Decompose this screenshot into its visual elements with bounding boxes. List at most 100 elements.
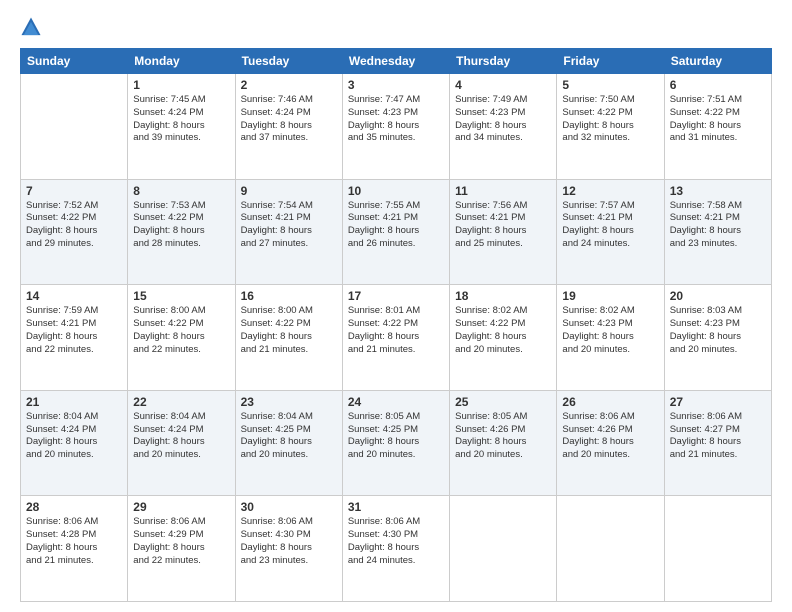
day-number: 1 xyxy=(133,78,229,92)
day-info: Sunrise: 7:59 AM Sunset: 4:21 PM Dayligh… xyxy=(26,305,122,356)
day-number: 5 xyxy=(562,78,658,92)
calendar-cell: 2 Sunrise: 7:46 AM Sunset: 4:24 PM Daylig… xyxy=(235,74,342,180)
day-info: Sunrise: 8:03 AM Sunset: 4:23 PM Dayligh… xyxy=(670,305,766,356)
calendar-week-1: 1 Sunrise: 7:45 AM Sunset: 4:24 PM Daylig… xyxy=(21,74,772,180)
calendar-cell: 24 Sunrise: 8:05 AM Sunset: 4:25 PM Dayli… xyxy=(342,390,449,496)
day-number: 8 xyxy=(133,184,229,198)
calendar-cell: 14 Sunrise: 7:59 AM Sunset: 4:21 PM Dayli… xyxy=(21,285,128,391)
weekday-header-monday: Monday xyxy=(128,49,235,74)
day-number: 10 xyxy=(348,184,444,198)
day-info: Sunrise: 8:06 AM Sunset: 4:26 PM Dayligh… xyxy=(562,411,658,462)
day-number: 7 xyxy=(26,184,122,198)
weekday-header-sunday: Sunday xyxy=(21,49,128,74)
day-info: Sunrise: 7:49 AM Sunset: 4:23 PM Dayligh… xyxy=(455,94,551,145)
calendar-cell: 11 Sunrise: 7:56 AM Sunset: 4:21 PM Dayli… xyxy=(450,179,557,285)
calendar-cell: 7 Sunrise: 7:52 AM Sunset: 4:22 PM Daylig… xyxy=(21,179,128,285)
day-number: 15 xyxy=(133,289,229,303)
day-number: 20 xyxy=(670,289,766,303)
calendar-cell: 29Sunrise: 8:06 AM Sunset: 4:29 PM Dayli… xyxy=(128,496,235,602)
calendar-cell: 19 Sunrise: 8:02 AM Sunset: 4:23 PM Dayli… xyxy=(557,285,664,391)
day-number: 6 xyxy=(670,78,766,92)
day-number: 24 xyxy=(348,395,444,409)
day-number: 23 xyxy=(241,395,337,409)
calendar-cell: 5 Sunrise: 7:50 AM Sunset: 4:22 PM Daylig… xyxy=(557,74,664,180)
day-info: Sunrise: 8:00 AM Sunset: 4:22 PM Dayligh… xyxy=(133,305,229,356)
day-info: Sunrise: 7:52 AM Sunset: 4:22 PM Dayligh… xyxy=(26,200,122,251)
day-info: Sunrise: 8:00 AM Sunset: 4:22 PM Dayligh… xyxy=(241,305,337,356)
day-number: 3 xyxy=(348,78,444,92)
calendar-header: SundayMondayTuesdayWednesdayThursdayFrid… xyxy=(21,49,772,74)
calendar-week-2: 7 Sunrise: 7:52 AM Sunset: 4:22 PM Daylig… xyxy=(21,179,772,285)
calendar-cell: 30Sunrise: 8:06 AM Sunset: 4:30 PM Dayli… xyxy=(235,496,342,602)
calendar-cell: 23 Sunrise: 8:04 AM Sunset: 4:25 PM Dayli… xyxy=(235,390,342,496)
day-number: 16 xyxy=(241,289,337,303)
calendar-week-3: 14 Sunrise: 7:59 AM Sunset: 4:21 PM Dayli… xyxy=(21,285,772,391)
weekday-header-saturday: Saturday xyxy=(664,49,771,74)
calendar-cell: 22 Sunrise: 8:04 AM Sunset: 4:24 PM Dayli… xyxy=(128,390,235,496)
calendar-cell: 10 Sunrise: 7:55 AM Sunset: 4:21 PM Dayli… xyxy=(342,179,449,285)
calendar-cell: 25Sunrise: 8:05 AM Sunset: 4:26 PM Dayli… xyxy=(450,390,557,496)
weekday-header-tuesday: Tuesday xyxy=(235,49,342,74)
day-number: 13 xyxy=(670,184,766,198)
calendar-body: 1 Sunrise: 7:45 AM Sunset: 4:24 PM Daylig… xyxy=(21,74,772,602)
day-info: Sunrise: 7:51 AM Sunset: 4:22 PM Dayligh… xyxy=(670,94,766,145)
day-info: Sunrise: 7:57 AM Sunset: 4:21 PM Dayligh… xyxy=(562,200,658,251)
calendar-cell: 17 Sunrise: 8:01 AM Sunset: 4:22 PM Dayli… xyxy=(342,285,449,391)
day-number: 31 xyxy=(348,500,444,514)
page: SundayMondayTuesdayWednesdayThursdayFrid… xyxy=(0,0,792,612)
calendar-week-4: 21 Sunrise: 8:04 AM Sunset: 4:24 PM Dayli… xyxy=(21,390,772,496)
day-info: Sunrise: 8:04 AM Sunset: 4:24 PM Dayligh… xyxy=(26,411,122,462)
calendar-cell: 28Sunrise: 8:06 AM Sunset: 4:28 PM Dayli… xyxy=(21,496,128,602)
calendar-cell: 3 Sunrise: 7:47 AM Sunset: 4:23 PM Daylig… xyxy=(342,74,449,180)
calendar-cell: 20 Sunrise: 8:03 AM Sunset: 4:23 PM Dayli… xyxy=(664,285,771,391)
logo-icon xyxy=(20,16,42,38)
calendar-cell: 4 Sunrise: 7:49 AM Sunset: 4:23 PM Daylig… xyxy=(450,74,557,180)
day-info: Sunrise: 8:06 AM Sunset: 4:29 PM Dayligh… xyxy=(133,516,229,567)
day-info: Sunrise: 7:45 AM Sunset: 4:24 PM Dayligh… xyxy=(133,94,229,145)
weekday-header-row: SundayMondayTuesdayWednesdayThursdayFrid… xyxy=(21,49,772,74)
day-info: Sunrise: 8:02 AM Sunset: 4:23 PM Dayligh… xyxy=(562,305,658,356)
day-number: 17 xyxy=(348,289,444,303)
day-number: 21 xyxy=(26,395,122,409)
day-info: Sunrise: 7:54 AM Sunset: 4:21 PM Dayligh… xyxy=(241,200,337,251)
day-number: 11 xyxy=(455,184,551,198)
day-info: Sunrise: 7:56 AM Sunset: 4:21 PM Dayligh… xyxy=(455,200,551,251)
day-info: Sunrise: 8:05 AM Sunset: 4:26 PM Dayligh… xyxy=(455,411,551,462)
day-number: 26 xyxy=(562,395,658,409)
day-number: 4 xyxy=(455,78,551,92)
day-info: Sunrise: 7:47 AM Sunset: 4:23 PM Dayligh… xyxy=(348,94,444,145)
day-info: Sunrise: 8:05 AM Sunset: 4:25 PM Dayligh… xyxy=(348,411,444,462)
calendar-cell: 21 Sunrise: 8:04 AM Sunset: 4:24 PM Dayli… xyxy=(21,390,128,496)
day-info: Sunrise: 8:04 AM Sunset: 4:24 PM Dayligh… xyxy=(133,411,229,462)
day-number: 18 xyxy=(455,289,551,303)
day-info: Sunrise: 8:06 AM Sunset: 4:30 PM Dayligh… xyxy=(348,516,444,567)
day-number: 22 xyxy=(133,395,229,409)
day-info: Sunrise: 8:01 AM Sunset: 4:22 PM Dayligh… xyxy=(348,305,444,356)
day-number: 30 xyxy=(241,500,337,514)
calendar-cell: 12 Sunrise: 7:57 AM Sunset: 4:21 PM Dayli… xyxy=(557,179,664,285)
day-info: Sunrise: 7:55 AM Sunset: 4:21 PM Dayligh… xyxy=(348,200,444,251)
day-number: 12 xyxy=(562,184,658,198)
calendar-cell xyxy=(450,496,557,602)
day-info: Sunrise: 8:06 AM Sunset: 4:27 PM Dayligh… xyxy=(670,411,766,462)
weekday-header-friday: Friday xyxy=(557,49,664,74)
day-info: Sunrise: 8:04 AM Sunset: 4:25 PM Dayligh… xyxy=(241,411,337,462)
day-number: 27 xyxy=(670,395,766,409)
calendar-week-5: 28Sunrise: 8:06 AM Sunset: 4:28 PM Dayli… xyxy=(21,496,772,602)
day-info: Sunrise: 7:50 AM Sunset: 4:22 PM Dayligh… xyxy=(562,94,658,145)
day-number: 9 xyxy=(241,184,337,198)
calendar-cell: 6 Sunrise: 7:51 AM Sunset: 4:22 PM Daylig… xyxy=(664,74,771,180)
day-number: 2 xyxy=(241,78,337,92)
calendar-cell: 27 Sunrise: 8:06 AM Sunset: 4:27 PM Dayli… xyxy=(664,390,771,496)
day-info: Sunrise: 7:53 AM Sunset: 4:22 PM Dayligh… xyxy=(133,200,229,251)
header xyxy=(20,16,772,38)
day-number: 19 xyxy=(562,289,658,303)
calendar-cell: 8 Sunrise: 7:53 AM Sunset: 4:22 PM Daylig… xyxy=(128,179,235,285)
calendar-cell: 31 Sunrise: 8:06 AM Sunset: 4:30 PM Dayli… xyxy=(342,496,449,602)
day-info: Sunrise: 8:06 AM Sunset: 4:28 PM Dayligh… xyxy=(26,516,122,567)
day-number: 14 xyxy=(26,289,122,303)
calendar-cell: 1 Sunrise: 7:45 AM Sunset: 4:24 PM Daylig… xyxy=(128,74,235,180)
calendar-cell xyxy=(21,74,128,180)
calendar-cell: 15 Sunrise: 8:00 AM Sunset: 4:22 PM Dayli… xyxy=(128,285,235,391)
day-info: Sunrise: 7:46 AM Sunset: 4:24 PM Dayligh… xyxy=(241,94,337,145)
